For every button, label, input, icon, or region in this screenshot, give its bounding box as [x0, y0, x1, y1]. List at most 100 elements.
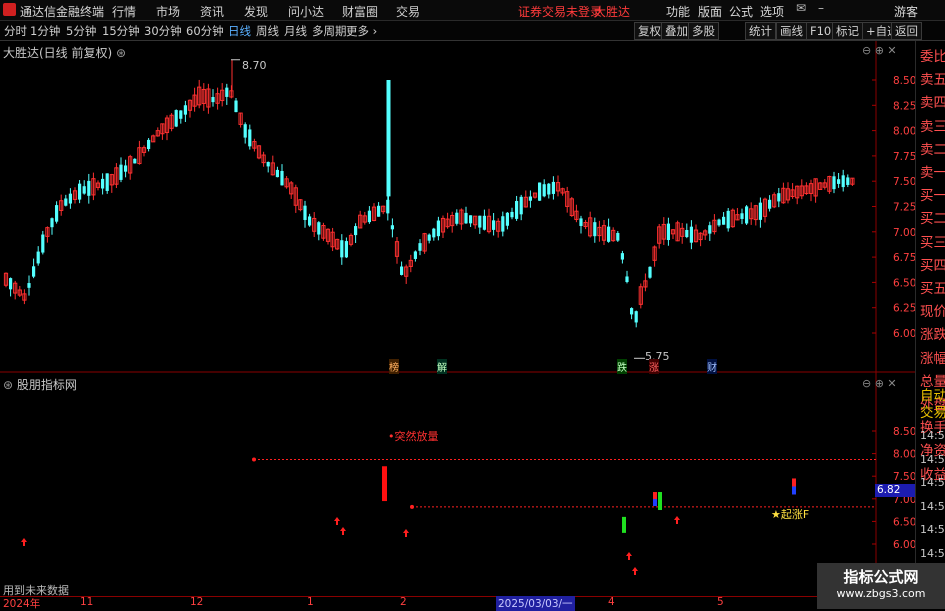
menu-shichang[interactable]: 市场 — [156, 3, 180, 20]
side-panel-item[interactable]: 卖五 — [920, 68, 945, 88]
tf-fenshi[interactable]: 分时 — [4, 23, 27, 39]
price-axis-label: 8.00 — [893, 126, 915, 138]
menu-gongneng[interactable]: 功能 — [666, 3, 690, 20]
menu-banmian[interactable]: 版面 — [698, 3, 722, 20]
candle-body — [275, 169, 279, 178]
candle-body — [280, 170, 284, 186]
side-panel-item[interactable]: 交易 — [920, 401, 945, 421]
menu-zixun[interactable]: 资讯 — [200, 3, 224, 20]
side-panel-item[interactable]: 卖四 — [920, 91, 945, 111]
side-panel-item[interactable]: 卖二 — [920, 138, 945, 158]
quote-side-panel[interactable]: 委比 卖五 卖四 卖三 卖二 卖一 买一 买二 买三 买四 买五 现价 涨跌 涨幅 总量 外盘 换手 净资 收益 自动… — [915, 41, 945, 609]
event-tag-bang[interactable]: 榜 — [389, 359, 399, 374]
tf-multi[interactable]: 多周期 — [312, 23, 347, 39]
multi-stock-button[interactable]: 多股 — [688, 22, 719, 40]
settings-circle-icon[interactable]: ⊛ — [116, 46, 126, 60]
tf-15min[interactable]: 15分钟 — [102, 23, 140, 39]
menu-xuanxiang[interactable]: 选项 — [760, 3, 784, 20]
f10-button[interactable]: F10 — [806, 22, 836, 40]
indicator-axis-label: 8.50 — [893, 426, 915, 438]
side-panel-item[interactable]: 买五 — [920, 277, 945, 297]
menu-hangqing[interactable]: 行情 — [112, 3, 136, 20]
event-tag-zhang[interactable]: 涨 — [649, 359, 659, 374]
candle-body — [648, 266, 652, 278]
side-panel-item[interactable]: 涨幅 — [920, 347, 945, 367]
candle-body — [82, 186, 86, 194]
candle-body — [542, 184, 546, 197]
tf-more[interactable]: 更多 › — [346, 23, 377, 39]
date-label: 11 — [80, 596, 94, 608]
indicator-line-start — [410, 504, 414, 509]
side-panel-time: 14:56 — [920, 452, 945, 466]
watermark-title: 指标公式网 — [843, 568, 919, 586]
indicator-axis-label: 6.50 — [893, 516, 915, 528]
stats-button[interactable]: 统计 — [745, 22, 776, 40]
candle-body — [413, 251, 417, 259]
candle-body — [722, 216, 726, 225]
date-label: 2 — [400, 596, 407, 608]
minimize-icon[interactable]: – — [818, 1, 824, 15]
tf-30min[interactable]: 30分钟 — [144, 23, 182, 39]
candle-body — [685, 229, 689, 238]
event-tag-jie[interactable]: 解 — [437, 359, 447, 374]
guest-user[interactable]: 游客 — [894, 3, 918, 20]
candle-body — [36, 251, 40, 264]
side-panel-item[interactable]: 卖三 — [920, 115, 945, 135]
candle-body — [469, 215, 473, 224]
side-panel-item[interactable]: 买一 — [920, 184, 945, 204]
back-button[interactable]: 返回 — [891, 22, 922, 40]
tf-daily[interactable]: 日线 — [228, 23, 251, 39]
side-panel-item[interactable]: 卖一 — [920, 161, 945, 181]
draw-line-button[interactable]: 画线 — [776, 22, 807, 40]
candle-body — [234, 100, 238, 113]
side-panel-item[interactable]: 买四 — [920, 254, 945, 274]
menu-caifuquan[interactable]: 财富圈 — [342, 3, 378, 20]
tf-60min[interactable]: 60分钟 — [186, 23, 224, 39]
price-axis-label: 6.25 — [893, 303, 915, 315]
tf-monthly[interactable]: 月线 — [284, 23, 307, 39]
side-panel-item[interactable]: 现价 — [920, 300, 945, 320]
candle-body — [666, 223, 670, 241]
candle-body — [832, 176, 836, 190]
side-panel-item[interactable]: 涨跌 — [920, 323, 945, 343]
candle-body — [243, 124, 247, 138]
star-icon: ★ — [771, 508, 781, 521]
tf-5min[interactable]: 5分钟 — [66, 23, 96, 39]
candle-body — [50, 218, 54, 228]
price-axis-label: 6.50 — [893, 277, 915, 289]
candle-body — [492, 220, 496, 230]
menu-faxian[interactable]: 发现 — [244, 3, 268, 20]
candle-body — [9, 278, 13, 290]
candle-body — [717, 219, 721, 226]
side-panel-item[interactable]: 买二 — [920, 207, 945, 227]
indicator-collapse-icon[interactable]: ⊛ — [3, 378, 13, 392]
up-arrow-icon — [632, 567, 638, 575]
mark-button[interactable]: 标记 — [832, 22, 863, 40]
menu-jiaoyi[interactable]: 交易 — [396, 3, 420, 20]
app-title: 通达信金融终端 — [20, 5, 105, 19]
event-tag-die[interactable]: 跌 — [617, 359, 627, 374]
tf-weekly[interactable]: 周线 — [256, 23, 279, 39]
side-panel-item[interactable]: 委比 — [920, 45, 945, 65]
message-icon[interactable]: ✉ — [796, 1, 806, 15]
up-arrow-icon — [403, 529, 409, 537]
event-tag-cai[interactable]: 财 — [707, 359, 717, 374]
login-warning[interactable]: 证券交易未登录 — [518, 3, 602, 20]
chart-tools-icons[interactable]: ⊖ ⊕ ✕ — [862, 44, 897, 57]
account-name[interactable]: 大胜达 — [594, 3, 630, 20]
candle-body — [418, 243, 422, 251]
candle-body — [758, 202, 762, 220]
candle-body — [225, 87, 229, 97]
side-panel-item[interactable]: 买三 — [920, 231, 945, 251]
side-panel-time: 14:56 — [920, 546, 945, 560]
menu-gongshi[interactable]: 公式 — [729, 3, 753, 20]
candle-body — [41, 234, 45, 253]
tf-more-label: 更多 — [346, 24, 369, 38]
watermark: 指标公式网 www.zbgs3.com — [817, 563, 945, 609]
indicator-tools-icons[interactable]: ⊖ ⊕ ✕ — [862, 377, 897, 390]
up-arrow-icon — [674, 516, 680, 524]
menu-wenxiaoda[interactable]: 问小达 — [288, 3, 324, 20]
tf-1min[interactable]: 1分钟 — [30, 23, 60, 39]
date-label: 1 — [307, 596, 314, 608]
up-arrow-icon — [626, 552, 632, 560]
